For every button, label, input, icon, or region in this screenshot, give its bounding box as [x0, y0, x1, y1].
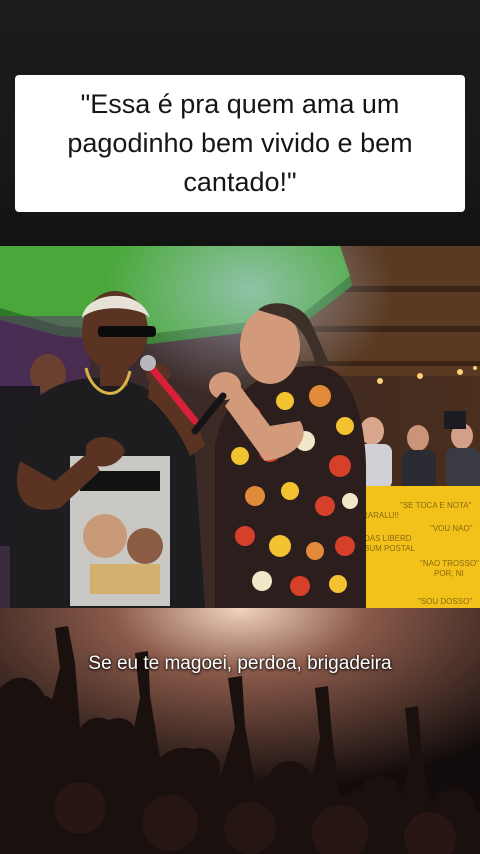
caption-text: "Essa é pra quem ama um pagodinho bem vi…: [67, 89, 413, 197]
video-subtitle: Se eu te magoei, perdoa, brigadeira: [88, 653, 392, 674]
svg-text:"VOU NAO": "VOU NAO": [430, 524, 473, 533]
concert-scene: "SE TOCA E NOTA" RARALU!! "VOU NAO" DAS …: [0, 246, 480, 608]
crowd-frame: [0, 608, 480, 854]
svg-text:POR, NI: POR, NI: [434, 569, 464, 578]
svg-text:BUM POSTAL: BUM POSTAL: [364, 544, 416, 553]
video-frame[interactable]: "SE TOCA E NOTA" RARALU!! "VOU NAO" DAS …: [0, 246, 480, 608]
svg-text:"NAO TROSSO": "NAO TROSSO": [420, 559, 479, 568]
svg-text:"SOU DOSSO": "SOU DOSSO": [418, 597, 472, 606]
crowd-scene: [0, 608, 480, 854]
caption-card: "Essa é pra quem ama um pagodinho bem vi…: [15, 75, 465, 212]
svg-text:DAS LIBERD: DAS LIBERD: [364, 534, 412, 543]
svg-text:"SE TOCA E NOTA": "SE TOCA E NOTA": [400, 501, 472, 510]
svg-text:RARALU!!: RARALU!!: [362, 511, 399, 520]
